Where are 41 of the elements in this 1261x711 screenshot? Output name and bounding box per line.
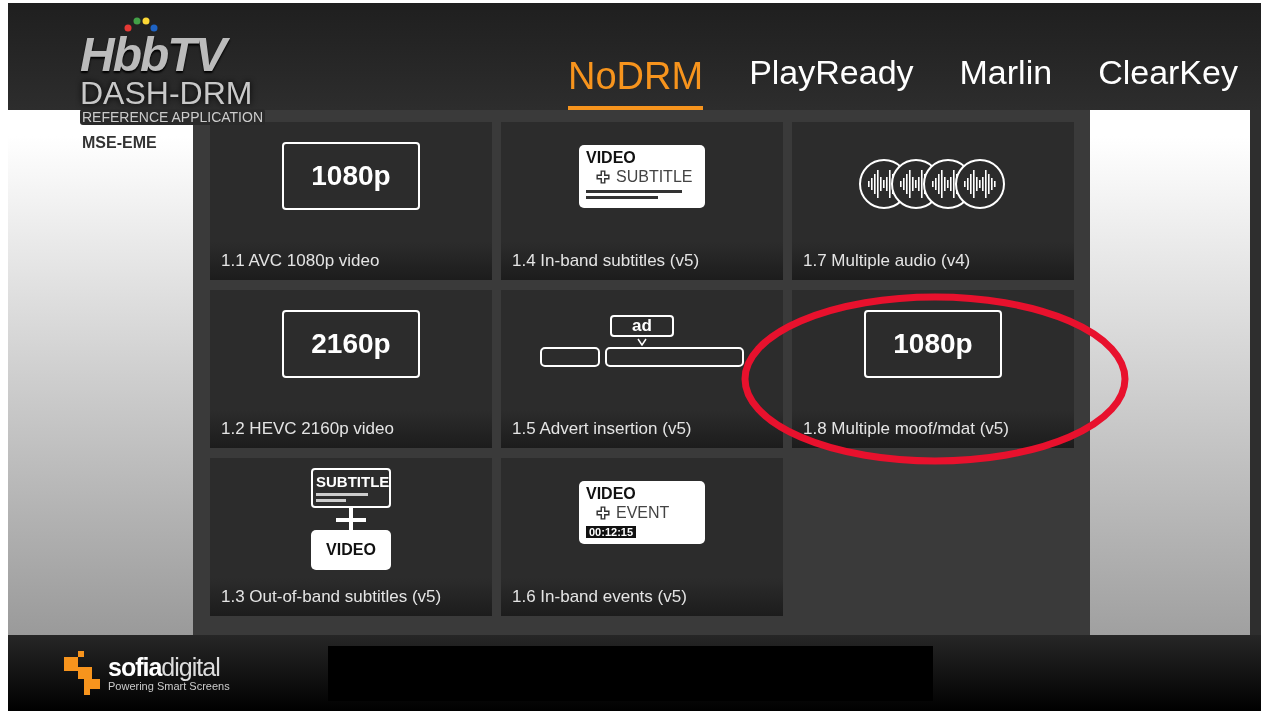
logo-subtitle: DASH-DRM (80, 77, 254, 109)
subtitle-lines-icon (316, 493, 368, 502)
video-label: VIDEO (586, 484, 637, 503)
tile-caption: 1.7 Multiple audio (v4) (803, 251, 971, 271)
tile-caption: 1.2 HEVC 2160p video (221, 419, 394, 439)
logo-tagline: REFERENCE APPLICATION (80, 109, 265, 125)
resolution-label: 1080p (282, 142, 420, 210)
brand-slogan: Powering Smart Screens (108, 680, 230, 692)
plus-icon (336, 508, 366, 532)
test-tile[interactable]: ad 1.5 Advert insertion (v5) (501, 290, 783, 448)
test-tile[interactable]: 1080p 1.1 AVC 1080p video (210, 122, 492, 280)
tile-caption: 1.8 Multiple moof/mdat (v5) (803, 419, 1009, 439)
plus-icon (596, 169, 610, 184)
colored-dots-icon (124, 17, 158, 33)
logo-title: HbbTV (80, 33, 256, 77)
resolution-label: 2160p (282, 310, 420, 378)
tile-caption: 1.5 Advert insertion (v5) (512, 419, 692, 439)
timecode-label: 00:12:15 (586, 525, 637, 538)
chevron-down-icon (637, 338, 647, 346)
subtitle-label: SUBTITLE (616, 166, 693, 187)
tile-caption: 1.6 In-band events (v5) (512, 587, 687, 607)
plus-icon (596, 505, 610, 520)
resolution-label: 1080p (864, 310, 1002, 378)
test-tile[interactable]: SUBTITLE VIDEO 1.3 Out-of-band subtitles (v5) (210, 458, 492, 616)
test-tile[interactable]: 2160p 1.2 HEVC 2160p video (210, 290, 492, 448)
tile-caption: 1.4 In-band subtitles (v5) (512, 251, 700, 271)
video-label: VIDEO (311, 530, 391, 570)
test-tile[interactable]: 1.7 Multiple audio (v4) (792, 122, 1074, 280)
tile-caption: 1.3 Out-of-band subtitles (v5) (221, 587, 442, 607)
test-tile[interactable]: VIDEO EVENT 00:12:15 1.6 In-band events (v5) (501, 458, 783, 616)
ad-label: ad (610, 315, 674, 337)
tab[interactable]: PlayReady (749, 53, 914, 110)
tab[interactable]: ClearKey (1098, 53, 1238, 110)
mode-label: MSE-EME (81, 134, 158, 152)
tile-caption: 1.1 AVC 1080p video (221, 251, 380, 271)
tab[interactable]: Marlin (959, 53, 1053, 110)
test-tile[interactable]: VIDEO SUBTITLE 1.4 In-band subtitles (v5) (501, 122, 783, 280)
video-label: VIDEO (586, 148, 637, 167)
event-label: EVENT (616, 502, 670, 523)
subtitle-lines-icon (586, 189, 682, 200)
test-tile[interactable]: 1080p 1.8 Multiple moof/mdat (v5) (792, 290, 1074, 448)
